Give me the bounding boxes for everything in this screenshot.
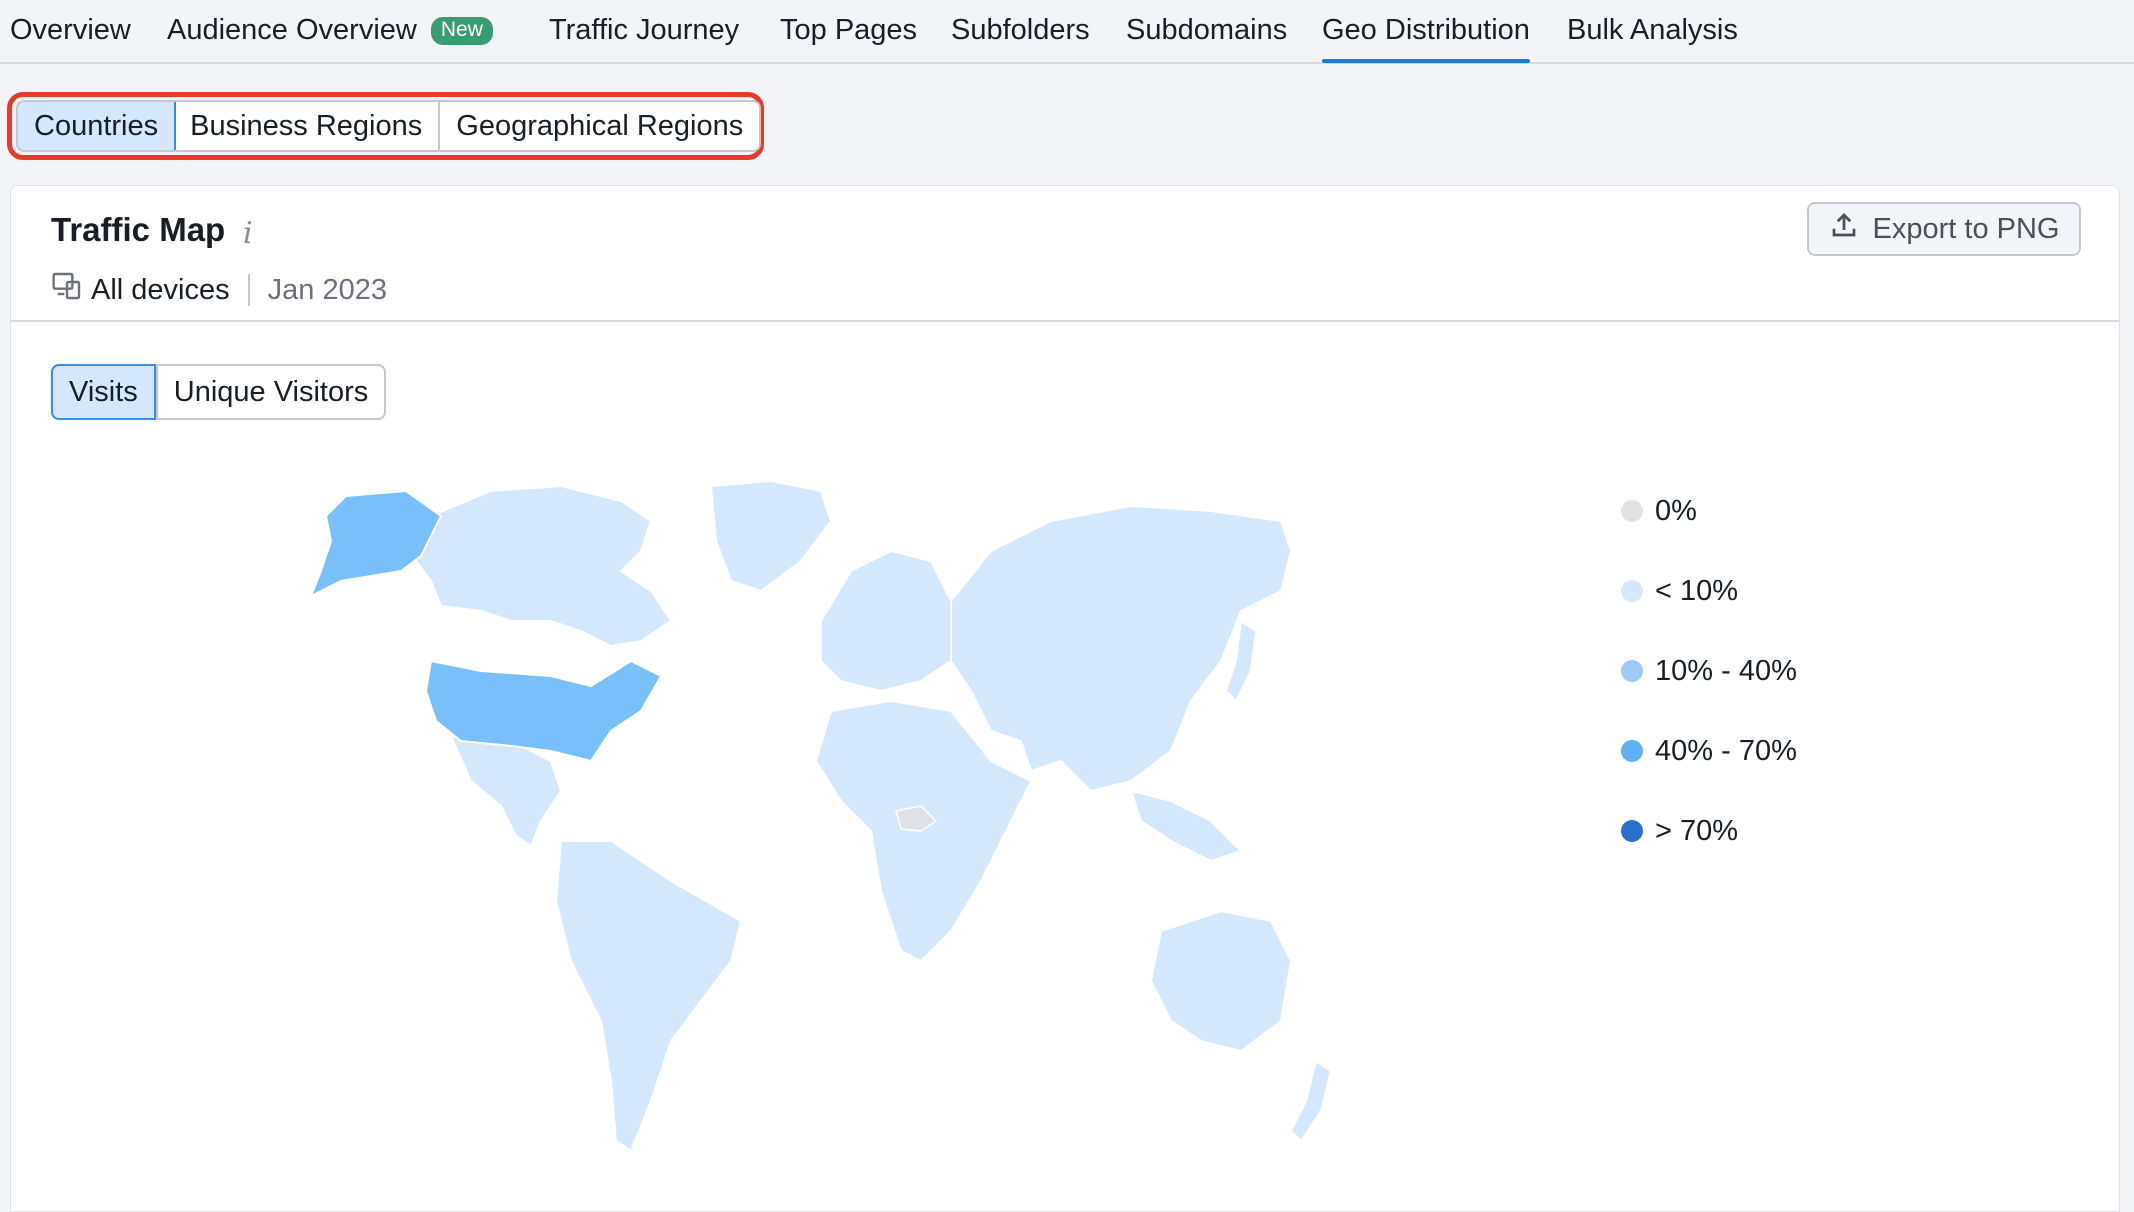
legend-item: 10% - 40% — [1621, 631, 1797, 711]
subtab-geographical-regions[interactable]: Geographical Regions — [440, 102, 759, 150]
legend-dot — [1621, 820, 1643, 842]
top-nav: Overview Audience Overview New Traffic Jo… — [0, 0, 2134, 64]
country-alaska — [309, 489, 443, 599]
continent-south-america — [554, 840, 743, 1153]
legend-item: 40% - 70% — [1621, 711, 1797, 791]
export-png-button[interactable]: Export to PNG — [1807, 202, 2081, 256]
legend-label: > 70% — [1655, 814, 1739, 847]
continent-europe — [820, 549, 973, 693]
info-icon[interactable]: i — [243, 216, 253, 251]
date-label: Jan 2023 — [267, 273, 387, 306]
world-map[interactable] — [231, 461, 1491, 1161]
new-badge: New — [430, 17, 493, 45]
legend-item: > 70% — [1621, 791, 1797, 871]
country-mexico — [449, 734, 563, 848]
card-divider — [11, 320, 2119, 322]
traffic-map-card: Traffic Map i Export to PNG All devices … — [10, 185, 2120, 1212]
legend-item: < 10% — [1621, 551, 1797, 631]
devices-icon — [51, 270, 83, 310]
map-legend: 0% < 10% 10% - 40% 40% - 70% > 70% — [1621, 471, 1797, 871]
legend-dot — [1621, 660, 1643, 682]
card-title: Traffic Map — [51, 211, 226, 248]
tab-bulk-analysis[interactable]: Bulk Analysis — [1567, 14, 1738, 62]
tab-label: Audience Overview — [167, 14, 417, 46]
tab-audience-overview[interactable]: Audience Overview New — [167, 14, 493, 62]
metric-toggle: Visits Unique Visitors — [51, 364, 387, 420]
legend-dot — [1621, 500, 1643, 522]
legend-label: < 10% — [1655, 574, 1739, 607]
region-segmented-control: Countries Business Regions Geographical … — [16, 100, 762, 152]
continent-africa — [814, 699, 1033, 963]
legend-item: 0% — [1621, 471, 1797, 551]
legend-dot — [1621, 740, 1643, 762]
tab-top-pages[interactable]: Top Pages — [780, 14, 917, 62]
country-greenland — [709, 479, 833, 593]
tab-subdomains[interactable]: Subdomains — [1126, 14, 1287, 62]
country-australia — [1149, 909, 1293, 1053]
divider — [247, 274, 250, 306]
upload-icon — [1829, 210, 1859, 248]
metric-visits[interactable]: Visits — [51, 364, 156, 420]
region-southeast-asia — [1129, 789, 1243, 863]
tab-traffic-journey[interactable]: Traffic Journey — [549, 14, 739, 62]
subtab-business-regions[interactable]: Business Regions — [174, 102, 441, 150]
subtab-countries[interactable]: Countries — [18, 102, 177, 150]
tab-overview[interactable]: Overview — [10, 14, 131, 62]
country-canada — [414, 484, 673, 648]
devices-label: All devices — [91, 273, 230, 306]
tab-subfolders[interactable]: Subfolders — [951, 14, 1090, 62]
legend-label: 0% — [1655, 494, 1697, 527]
metric-unique-visitors[interactable]: Unique Visitors — [155, 366, 385, 418]
legend-label: 10% - 40% — [1655, 654, 1797, 687]
device-filter[interactable]: All devices Jan 2023 — [51, 270, 387, 310]
country-new-zealand — [1289, 1059, 1333, 1143]
legend-label: 40% - 70% — [1655, 734, 1797, 767]
legend-dot — [1621, 580, 1643, 602]
tab-geo-distribution[interactable]: Geo Distribution — [1322, 14, 1530, 63]
export-label: Export to PNG — [1872, 212, 2060, 245]
